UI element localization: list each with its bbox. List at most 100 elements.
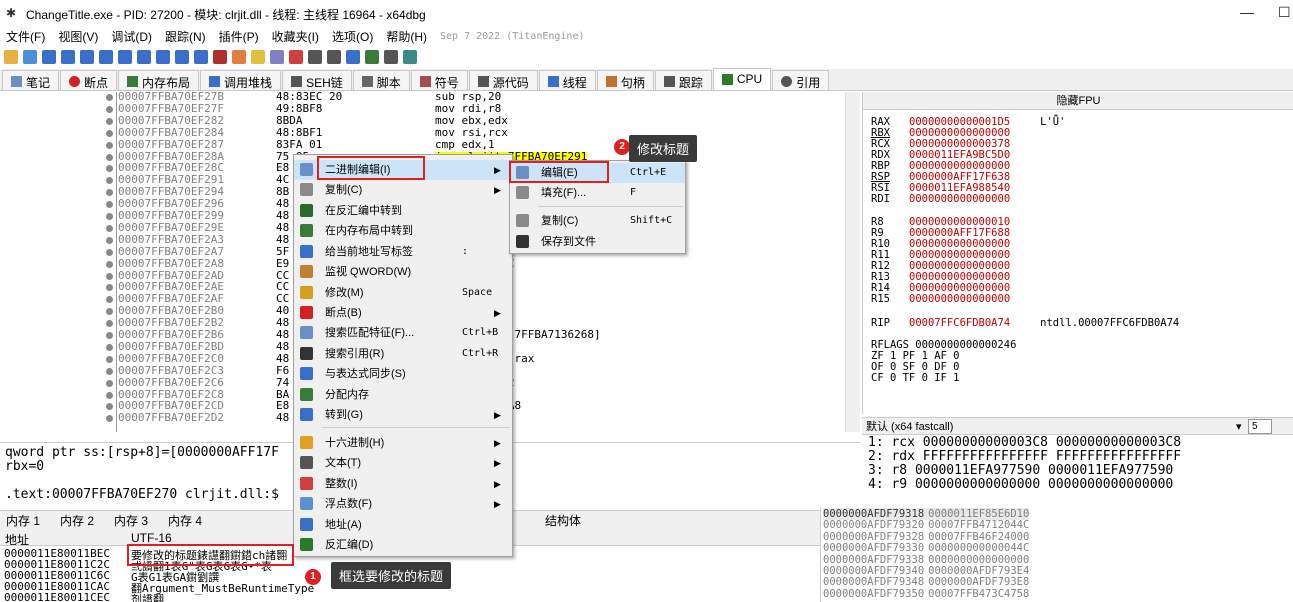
context-menu-item[interactable]: 搜索匹配特征(F)... Ctrl+B xyxy=(294,323,512,343)
breakpoint-dot-icon[interactable] xyxy=(106,177,113,185)
run-to-user-code-icon[interactable] xyxy=(194,50,208,64)
patch-icon[interactable] xyxy=(232,50,246,64)
breakpoint-dot-icon[interactable] xyxy=(106,391,113,399)
tab-breakpoints[interactable]: 断点 xyxy=(60,70,118,90)
step-over-icon[interactable] xyxy=(118,50,132,64)
breakpoint-dot-icon[interactable] xyxy=(106,332,113,339)
tab-references[interactable]: 引用 xyxy=(772,70,830,90)
menu-view[interactable]: 视图(V) xyxy=(58,28,98,45)
function-icon[interactable] xyxy=(308,50,322,64)
tab-dump-2[interactable]: 内存 2 xyxy=(60,512,94,529)
hash-icon[interactable] xyxy=(327,50,341,64)
tab-dump-1[interactable]: 内存 1 xyxy=(6,512,40,529)
breakpoint-dot-icon[interactable] xyxy=(106,308,113,316)
disassembly-row[interactable]: 00007FFBA70EF282 8BDA mov ebx,edx xyxy=(0,115,844,127)
breakpoint-dot-icon[interactable] xyxy=(106,355,113,363)
submenu-item[interactable]: 保存到文件 xyxy=(510,232,685,252)
tab-symbols[interactable]: 符号 xyxy=(410,70,468,90)
context-menu-item[interactable]: 十六进制(H) ▶ xyxy=(294,433,512,453)
tab-call-stack[interactable]: 调用堆栈 xyxy=(200,70,282,90)
disassembly-row[interactable]: 00007FFBA70EF27B 48:83EC 20 sub rsp,20 xyxy=(0,92,844,103)
label-icon[interactable] xyxy=(270,50,284,64)
maximize-button[interactable]: ☐ xyxy=(1278,4,1291,21)
breakpoint-dot-icon[interactable] xyxy=(106,129,113,137)
context-menu-item[interactable]: 搜索引用(R) Ctrl+R xyxy=(294,344,512,364)
breakpoint-dot-icon[interactable] xyxy=(106,213,113,220)
breakpoint-dot-icon[interactable] xyxy=(106,141,113,149)
dump-address[interactable]: 0000011E80011CEC xyxy=(4,591,110,602)
breakpoint-dot-icon[interactable] xyxy=(106,260,113,268)
stack-row[interactable]: 0000000AFDF79350 00007FFB473C4758 xyxy=(823,588,1029,600)
breakpoint-dot-icon[interactable] xyxy=(106,224,113,232)
tab-dump-4[interactable]: 内存 4 xyxy=(168,512,202,529)
disassembly-row[interactable]: 00007FFBA70EF284 48:8BF1 mov rsi,rcx xyxy=(0,127,844,139)
stack-row[interactable]: 0000000AFDF79338 0000000000000000 xyxy=(823,554,1029,566)
tab-trace[interactable]: 跟踪 xyxy=(654,70,712,90)
notes-icon[interactable] xyxy=(384,50,398,64)
stack-row[interactable]: 0000000AFDF79318 0000011EF85E6D10 xyxy=(823,508,1030,520)
menu-favourites[interactable]: 收藏夹(I) xyxy=(272,28,319,45)
context-menu-item[interactable]: 在反汇编中转到 xyxy=(294,201,512,221)
register-rip[interactable]: RIP 00007FFC6FDB0A74 ntdll.00007FFC6FDB0A7… xyxy=(871,317,1179,329)
dump-text[interactable]: 剂譑翻 xyxy=(131,591,164,602)
register-rdi[interactable]: RDI 0000000000000000 xyxy=(871,193,1040,205)
breakpoint-dot-icon[interactable] xyxy=(106,343,113,351)
context-menu-item[interactable]: 分配内存 xyxy=(294,385,512,405)
breakpoint-dot-icon[interactable] xyxy=(106,379,113,387)
context-menu-item[interactable]: 反汇编(D) xyxy=(294,535,512,555)
breakpoint-dot-icon[interactable] xyxy=(106,201,113,209)
scylla-icon[interactable] xyxy=(213,50,227,64)
breakpoint-dot-icon[interactable] xyxy=(106,189,113,197)
tab-memory-map[interactable]: 内存布局 xyxy=(118,70,200,90)
context-menu-item[interactable]: 在内存布局中转到 xyxy=(294,221,512,241)
trace-over-icon[interactable] xyxy=(156,50,170,64)
tab-seh-chain[interactable]: SEH链 xyxy=(282,70,352,90)
menu-options[interactable]: 选项(O) xyxy=(332,28,373,45)
hide-fpu-button[interactable]: 隐藏FPU xyxy=(863,92,1293,110)
stack-row[interactable]: 0000000AFDF79328 00007FFB46F24000 xyxy=(823,531,1029,543)
context-menu-item[interactable]: 断点(B) ▶ xyxy=(294,303,512,323)
tab-handles[interactable]: 句柄 xyxy=(596,70,654,90)
comment-icon[interactable] xyxy=(251,50,265,64)
breakpoint-dot-icon[interactable] xyxy=(106,284,113,292)
font-icon[interactable] xyxy=(346,50,360,64)
disassembly-scrollbar[interactable] xyxy=(845,92,860,432)
context-menu-item[interactable]: 复制(C) ▶ xyxy=(294,180,512,200)
calculator-icon[interactable] xyxy=(365,50,379,64)
tab-source[interactable]: 源代码 xyxy=(468,70,538,90)
stack-row[interactable]: 0000000AFDF79340 0000000AFDF793E4 xyxy=(823,565,1029,577)
register-r15[interactable]: R15 0000000000000000 xyxy=(871,293,1040,305)
chevron-down-icon[interactable]: ▾ xyxy=(1236,418,1242,436)
stack-view[interactable]: 0000000AFDF79318 0000011EF85E6D10 0000000A… xyxy=(820,507,1293,602)
open-icon[interactable] xyxy=(4,50,18,64)
bookmark-icon[interactable] xyxy=(289,50,303,64)
stop-icon[interactable] xyxy=(42,50,56,64)
stack-row[interactable]: 0000000AFDF79330 000000000000044C xyxy=(823,542,1029,554)
context-menu-item[interactable]: 与表达式同步(S) xyxy=(294,364,512,384)
breakpoint-dot-icon[interactable] xyxy=(106,272,113,280)
breakpoint-dot-icon[interactable] xyxy=(106,153,113,161)
menu-debug[interactable]: 调试(D) xyxy=(111,28,152,45)
context-menu-item[interactable]: 监视 QWORD(W) xyxy=(294,262,512,282)
stack-row[interactable]: 0000000AFDF79320 00007FFB4712044C xyxy=(823,519,1029,531)
breakpoint-dot-icon[interactable] xyxy=(106,165,113,173)
minimize-button[interactable]: — xyxy=(1240,4,1254,20)
tab-struct[interactable]: 结构体 xyxy=(545,512,581,529)
pause-icon[interactable] xyxy=(80,50,94,64)
breakpoint-dot-icon[interactable] xyxy=(106,296,113,304)
tab-dump-3[interactable]: 内存 3 xyxy=(114,512,148,529)
breakpoint-dot-icon[interactable] xyxy=(106,248,113,256)
tab-notes[interactable]: 笔记 xyxy=(2,70,60,90)
menu-trace[interactable]: 跟踪(N) xyxy=(165,28,206,45)
run-icon[interactable] xyxy=(61,50,75,64)
breakpoint-dot-icon[interactable] xyxy=(106,415,113,423)
restart-icon[interactable] xyxy=(23,50,37,64)
context-menu-item[interactable]: 给当前地址写标签: xyxy=(294,242,512,262)
argument-count-field[interactable]: 5 xyxy=(1248,419,1272,434)
context-menu-item[interactable]: 文本(T) ▶ xyxy=(294,453,512,473)
breakpoint-dot-icon[interactable] xyxy=(106,367,113,375)
context-menu-item[interactable]: 修改(M) Space xyxy=(294,283,512,303)
breakpoint-dot-icon[interactable] xyxy=(106,94,113,101)
disassembly-row[interactable]: 00007FFBA70EF287 83FA 01 cmp edx,1 xyxy=(0,139,844,151)
disassembly-row[interactable]: 00007FFBA70EF27F 49:8BF8 mov rdi,r8 xyxy=(0,103,844,115)
